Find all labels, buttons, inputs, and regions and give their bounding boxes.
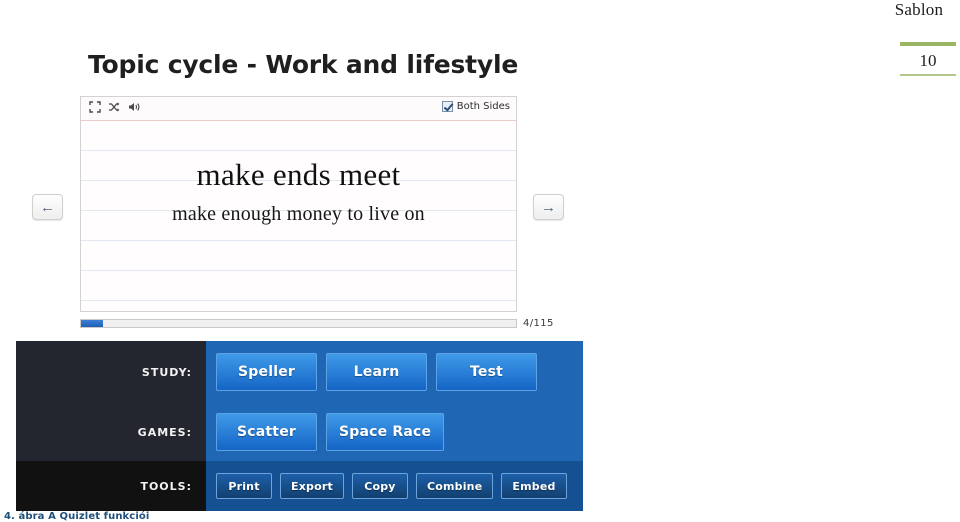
page-number-rule-bottom [900, 74, 956, 76]
previous-card-button[interactable]: ← [32, 194, 63, 220]
progress-bar[interactable] [80, 319, 517, 328]
learn-button[interactable]: Learn [326, 353, 427, 391]
progress-bar-fill [81, 320, 103, 327]
panel-row-study-label: STUDY: [141, 365, 192, 379]
page-number: 10 [919, 51, 937, 70]
flashcard-container: Both Sides make ends meet make enough mo… [80, 96, 519, 314]
document-header-title: Sablon [894, 0, 944, 19]
flashcard[interactable]: Both Sides make ends meet make enough mo… [80, 96, 517, 312]
speller-button[interactable]: Speller [216, 353, 317, 391]
flashcard-definition: make enough money to live on [172, 203, 425, 225]
panel-row-tools: TOOLS: Print Export Copy Combine Embed [16, 461, 583, 511]
both-sides-toggle[interactable]: Both Sides [441, 101, 510, 112]
combine-button[interactable]: Combine [415, 473, 494, 499]
panel-row-study-buttons: Speller Learn Test [206, 341, 583, 403]
ruled-line [81, 150, 516, 151]
test-button[interactable]: Test [436, 353, 537, 391]
action-panel: STUDY: Speller Learn Test GAMES: Scatter… [16, 341, 583, 511]
panel-row-games-label: GAMES: [137, 425, 192, 439]
panel-row-study: STUDY: Speller Learn Test [16, 341, 583, 403]
ruled-line [81, 300, 516, 301]
document-header: Sablon [878, 0, 960, 20]
space-race-button[interactable]: Space Race [326, 413, 445, 451]
both-sides-checkbox[interactable] [441, 101, 453, 112]
ruled-line [81, 270, 516, 271]
arrow-left-icon: ← [40, 198, 55, 216]
audio-icon[interactable] [128, 101, 141, 113]
scatter-button[interactable]: Scatter [216, 413, 317, 451]
progress-row: 4/115 [80, 317, 555, 330]
export-button[interactable]: Export [280, 473, 344, 499]
page-number-block: 10 [900, 42, 956, 76]
flashcard-term: make ends meet [196, 157, 401, 192]
print-button[interactable]: Print [216, 473, 272, 499]
panel-row-games: GAMES: Scatter Space Race [16, 403, 583, 461]
fullscreen-icon[interactable] [89, 101, 101, 113]
progress-label: 4/115 [523, 318, 554, 329]
flashcard-toolbar: Both Sides [81, 97, 516, 121]
shuffle-icon[interactable] [108, 101, 121, 113]
flashcard-text: make ends meet make enough money to live… [81, 157, 516, 227]
both-sides-label: Both Sides [456, 101, 510, 112]
panel-row-tools-buttons: Print Export Copy Combine Embed [206, 461, 583, 511]
next-card-button[interactable]: → [533, 194, 564, 220]
arrow-right-icon: → [541, 198, 556, 216]
embed-button[interactable]: Embed [501, 473, 567, 499]
panel-row-tools-label: TOOLS: [140, 479, 192, 493]
figure-caption: 4. ábra A Quizlet funkciói [4, 511, 150, 522]
figure-title: Topic cycle - Work and lifestyle [88, 50, 519, 79]
panel-row-games-buttons: Scatter Space Race [206, 403, 583, 461]
flashcard-toolbar-icons [89, 101, 141, 113]
copy-button[interactable]: Copy [351, 473, 408, 499]
ruled-line [81, 240, 516, 241]
